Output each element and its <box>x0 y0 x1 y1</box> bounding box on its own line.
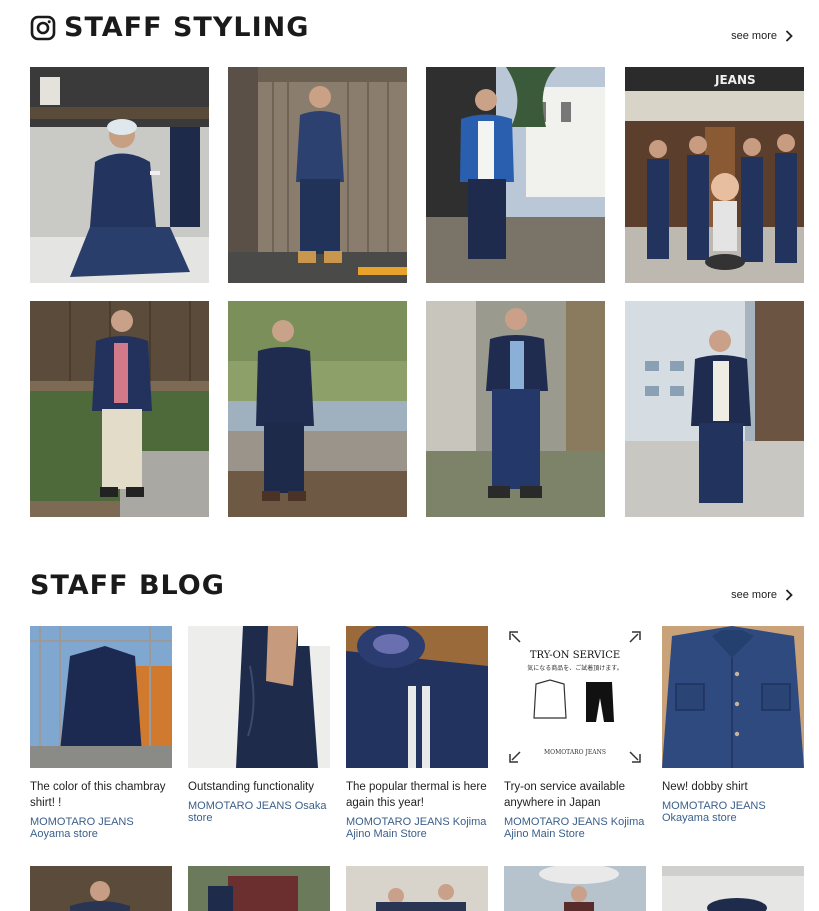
see-more-label: see more <box>731 589 777 601</box>
styling-photo-8[interactable] <box>625 301 804 517</box>
blog-thumb-10[interactable] <box>662 866 804 911</box>
styling-header: STAFF STYLING <box>30 12 309 43</box>
blog-post-title[interactable]: The popular thermal is here again this y… <box>346 779 488 811</box>
instagram-icon[interactable] <box>30 15 56 41</box>
blog-post-title[interactable]: New! dobby shirt <box>662 779 804 795</box>
blog-card-1[interactable]: The color of this chambray shirt! ! MOMO… <box>30 626 172 840</box>
styling-photo-6[interactable] <box>228 301 407 517</box>
blog-thumb-6[interactable] <box>30 866 172 911</box>
blog-thumb-1[interactable] <box>30 626 172 768</box>
blog-card-4[interactable]: TRY-ON SERVICE 気になる商品を、ご試着頂けます。 MOMOTARO… <box>504 626 646 840</box>
blog-thumb-8[interactable] <box>346 866 488 911</box>
styling-title: STAFF STYLING <box>64 12 310 43</box>
blog-card-5[interactable]: New! dobby shirt MOMOTARO JEANS Okayama … <box>662 626 804 824</box>
blog-post-title[interactable]: Outstanding functionality <box>188 779 330 795</box>
styling-photo-1[interactable] <box>30 67 209 283</box>
styling-photo-4[interactable]: JEANS <box>625 67 804 283</box>
blog-thumb-9[interactable] <box>504 866 646 911</box>
styling-photo-3[interactable] <box>426 67 605 283</box>
styling-photo-5[interactable] <box>30 301 209 517</box>
chevron-right-icon <box>785 589 793 601</box>
blog-post-title[interactable]: Try-on service available anywhere in Jap… <box>504 779 646 811</box>
blog-card-3[interactable]: The popular thermal is here again this y… <box>346 626 488 840</box>
blog-see-more-link[interactable]: see more <box>731 589 793 601</box>
blog-title: STAFF BLOG <box>30 570 225 601</box>
styling-photo-2[interactable] <box>228 67 407 283</box>
tryon-subtext: 気になる商品を、ご試着頂けます。 <box>527 664 622 672</box>
tryon-brand: MOMOTARO JEANS <box>544 749 606 756</box>
blog-thumb-7[interactable] <box>188 866 330 911</box>
blog-header: STAFF BLOG <box>30 570 225 601</box>
see-more-label: see more <box>731 30 777 42</box>
chevron-right-icon <box>785 30 793 42</box>
blog-post-store[interactable]: MOMOTARO JEANS Osaka store <box>188 800 330 824</box>
blog-thumb-2[interactable] <box>188 626 330 768</box>
blog-post-store[interactable]: MOMOTARO JEANS Kojima Ajino Main Store <box>504 816 646 840</box>
blog-thumb-4[interactable]: TRY-ON SERVICE 気になる商品を、ご試着頂けます。 MOMOTARO… <box>504 626 646 768</box>
store-sign-text: JEANS <box>714 73 756 87</box>
blog-post-store[interactable]: MOMOTARO JEANS Aoyama store <box>30 816 172 840</box>
blog-thumb-5[interactable] <box>662 626 804 768</box>
styling-photo-7[interactable] <box>426 301 605 517</box>
tryon-heading: TRY-ON SERVICE <box>530 650 620 661</box>
blog-thumb-3[interactable] <box>346 626 488 768</box>
blog-card-2[interactable]: Outstanding functionality MOMOTARO JEANS… <box>188 626 330 824</box>
styling-see-more-link[interactable]: see more <box>731 30 793 42</box>
blog-post-store[interactable]: MOMOTARO JEANS Kojima Ajino Main Store <box>346 816 488 840</box>
blog-post-store[interactable]: MOMOTARO JEANS Okayama store <box>662 800 804 824</box>
blog-post-title[interactable]: The color of this chambray shirt! ! <box>30 779 172 811</box>
